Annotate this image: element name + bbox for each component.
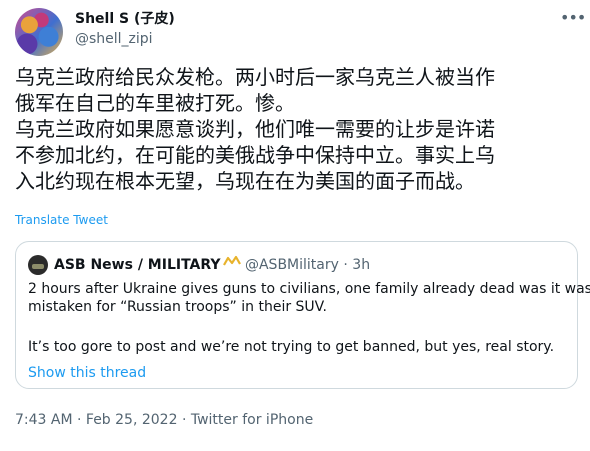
quoted-text: 2 hours after Ukraine gives guns to civi… [28,280,590,356]
tweet-text: 乌克兰政府给民众发枪。两小时后一家乌克兰人被当作 俄军在自己的车里被打死。惨。 … [15,64,580,194]
tweet-date[interactable]: Feb 25, 2022 [86,412,178,428]
show-thread-link[interactable]: Show this thread [28,364,146,382]
quoted-tweet[interactable]: ASB News / MILITARY @ASBMilitary · 3h 2 … [15,241,590,389]
quoted-author-name[interactable]: ASB News / MILITARY [54,257,221,273]
author-name[interactable]: Shell S (子皮) [75,10,175,28]
quoted-header: ASB News / MILITARY @ASBMilitary · 3h [54,255,370,275]
quoted-avatar[interactable] [28,255,48,275]
quoted-handle[interactable]: @ASBMilitary [245,257,339,273]
tweet-source[interactable]: Twitter for iPhone [191,412,313,428]
tweet-card: Shell S (子皮) @shell_zipi ••• 乌克兰政府给民众发枪。… [0,0,590,451]
tweet-text-line: 入北约现在根本无望，乌现在在为美国的面子而战。 [15,169,475,193]
gold-chevron-icon [222,255,241,266]
quoted-separator: · [343,257,348,273]
tweet-text-line: 乌克兰政府如果愿意谈判，他们唯一需要的让步是许诺 [15,117,495,141]
quoted-time[interactable]: 3h [352,257,370,273]
quoted-text-line: 2 hours after Ukraine gives guns to civi… [28,281,590,297]
quoted-text-line: mistaken for “Russian troops” in their S… [28,299,327,315]
tweet-timestamp: 7:43 AM · Feb 25, 2022 · Twitter for iPh… [15,411,313,429]
tweet-text-line: 乌克兰政府给民众发枪。两小时后一家乌克兰人被当作 [15,65,495,89]
meta-separator: · [181,412,187,428]
meta-separator: · [77,412,82,428]
quoted-text-line: It’s too gore to post and we’re not tryi… [28,339,555,355]
author-avatar[interactable] [15,8,63,56]
tweet-time[interactable]: 7:43 AM [15,412,73,428]
tweet-text-line: 俄军在自己的车里被打死。惨。 [15,91,295,115]
tweet-text-line: 不参加北约，在可能的美俄战争中保持中立。事实上乌 [15,143,495,167]
translate-tweet-link[interactable]: Translate Tweet [15,212,108,228]
ellipsis-icon[interactable]: ••• [560,10,586,30]
author-handle[interactable]: @shell_zipi [75,30,153,48]
